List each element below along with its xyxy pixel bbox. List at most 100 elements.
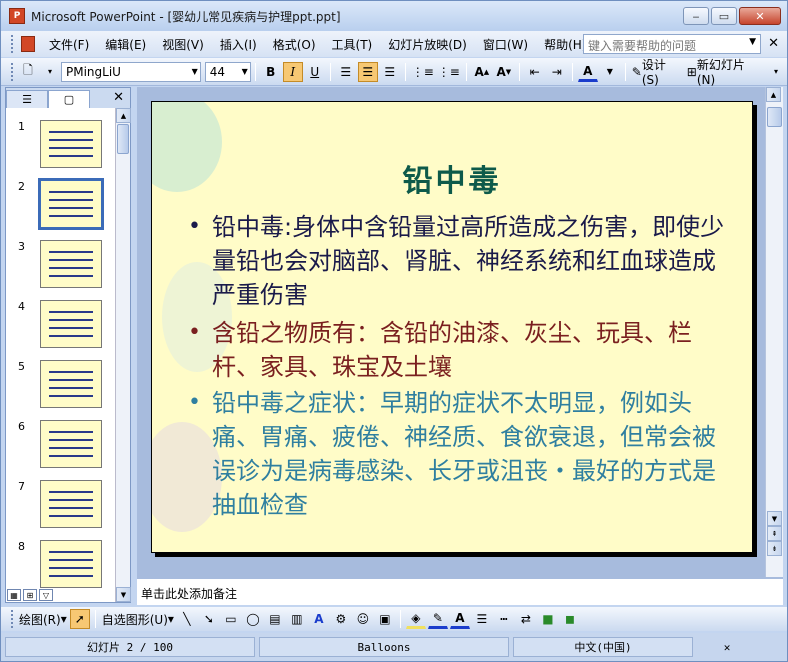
scroll-up-icon[interactable]: ▲ bbox=[116, 108, 131, 123]
scroll-down-icon[interactable]: ▼ bbox=[767, 511, 782, 526]
font-color-icon[interactable]: A bbox=[577, 62, 598, 82]
fill-color-icon[interactable]: ◈ bbox=[405, 609, 426, 629]
new-document-icon[interactable]: 🗋 bbox=[18, 62, 38, 82]
normal-view-icon[interactable]: ▦ bbox=[7, 589, 21, 601]
menu-edit[interactable]: 编辑(E) bbox=[97, 36, 154, 53]
slide-thumbnail-image[interactable] bbox=[40, 360, 102, 408]
scroll-up-icon[interactable]: ▲ bbox=[766, 87, 781, 102]
scroll-thumb[interactable] bbox=[767, 107, 782, 127]
menu-format[interactable]: 格式(O) bbox=[265, 36, 324, 53]
tab-outline[interactable]: ☰ bbox=[6, 90, 48, 108]
toolbar-grip-handle[interactable] bbox=[11, 62, 17, 81]
menu-slideshow[interactable]: 幻灯片放映(D) bbox=[380, 36, 475, 53]
rectangle-icon[interactable]: ▭ bbox=[221, 609, 241, 629]
design-button[interactable]: ✎ 设计(S) bbox=[631, 58, 684, 87]
decrease-indent-icon[interactable]: ⇤ bbox=[525, 62, 545, 82]
oval-icon[interactable]: ◯ bbox=[243, 609, 263, 629]
font-color-icon[interactable]: A bbox=[449, 609, 470, 629]
menu-grip-handle[interactable] bbox=[11, 35, 17, 53]
menu-tools[interactable]: 工具(T) bbox=[324, 36, 381, 53]
notes-field[interactable]: 单击此处添加备注 bbox=[137, 577, 783, 605]
slide-thumbnail-image[interactable] bbox=[40, 300, 102, 348]
shadow-icon[interactable]: ■ bbox=[538, 609, 558, 629]
font-name-select[interactable]: PMingLiU ▼ bbox=[61, 61, 201, 82]
document-icon[interactable] bbox=[21, 36, 35, 52]
textbox-icon[interactable]: ▤ bbox=[265, 609, 285, 629]
toolbar-options-icon[interactable]: ▾ bbox=[766, 62, 786, 82]
increase-font-icon[interactable]: A ▲ bbox=[472, 62, 492, 82]
slide-thumbnail-image[interactable] bbox=[40, 480, 102, 528]
close-button[interactable]: ✕ bbox=[739, 7, 781, 25]
autoshapes-button[interactable]: 自选图形(U) ▾ bbox=[101, 609, 175, 629]
menu-file[interactable]: 文件(F) bbox=[41, 36, 97, 53]
thumbnail-text-line bbox=[49, 319, 93, 321]
slide-thumbnail[interactable]: 3 bbox=[6, 240, 116, 298]
line-style-icon[interactable]: ☰ bbox=[472, 609, 492, 629]
decrease-font-icon[interactable]: A ▼ bbox=[494, 62, 514, 82]
slide-scrollbar[interactable]: ▲ ▼ ⇞ ⇟ bbox=[765, 87, 783, 577]
slide-thumbnail-image[interactable] bbox=[40, 240, 102, 288]
menu-insert[interactable]: 插入(I) bbox=[212, 36, 265, 53]
slide-number: 1 bbox=[18, 120, 25, 133]
wordart-icon[interactable]: A bbox=[309, 609, 329, 629]
vertical-textbox-icon[interactable]: ▥ bbox=[287, 609, 307, 629]
close-icon[interactable]: ✕ bbox=[113, 90, 124, 105]
minimize-button[interactable]: ‒ bbox=[683, 7, 709, 25]
slide-thumbnail[interactable]: 5 bbox=[6, 360, 116, 418]
toolbar-options-icon[interactable]: ▾ bbox=[40, 62, 60, 82]
draw-menu-button[interactable]: 绘图(R) ▾ bbox=[18, 609, 68, 629]
maximize-button[interactable]: ▭ bbox=[711, 7, 737, 25]
diagram-icon[interactable]: ⚙ bbox=[331, 609, 351, 629]
select-arrow-icon[interactable]: ➚ bbox=[69, 609, 90, 629]
menu-window[interactable]: 窗口(W) bbox=[475, 36, 536, 53]
close-document-icon[interactable]: ✕ bbox=[768, 36, 779, 51]
line-icon[interactable]: ╲ bbox=[177, 609, 197, 629]
thumbnails-scrollbar[interactable]: ▲ ▼ bbox=[115, 108, 131, 602]
increase-indent-icon[interactable]: ⇥ bbox=[547, 62, 567, 82]
slide-thumbnail-image[interactable] bbox=[38, 178, 104, 230]
underline-button[interactable]: U bbox=[305, 62, 325, 82]
previous-slide-icon[interactable]: ⇞ bbox=[767, 526, 782, 541]
slide-thumbnail[interactable]: 1 bbox=[6, 120, 116, 178]
chevron-down-icon[interactable]: ▼ bbox=[600, 62, 620, 82]
spellcheck-icon[interactable]: ✕ bbox=[697, 637, 757, 657]
new-slide-button[interactable]: ⊞ 新幻灯片(N) bbox=[686, 58, 764, 87]
dash-style-icon[interactable]: ┅ bbox=[494, 609, 514, 629]
slide-thumbnail-image[interactable] bbox=[40, 120, 102, 168]
menu-view[interactable]: 视图(V) bbox=[154, 36, 212, 53]
slide-thumbnail[interactable]: 6 bbox=[6, 420, 116, 478]
slide-thumbnail[interactable]: 7 bbox=[6, 480, 116, 538]
slide-thumbnail[interactable]: 2 bbox=[6, 178, 116, 238]
tab-slides[interactable]: ▢ bbox=[48, 90, 90, 108]
toolbar-grip-handle[interactable] bbox=[11, 610, 17, 628]
slide-thumbnail-image[interactable] bbox=[40, 540, 102, 588]
arrow-style-icon[interactable]: ⇄ bbox=[516, 609, 536, 629]
3d-icon[interactable]: ◼ bbox=[560, 609, 580, 629]
align-left-icon[interactable]: ☰ bbox=[336, 62, 356, 82]
powerpoint-app-icon[interactable]: P bbox=[9, 8, 25, 24]
window-title: Microsoft PowerPoint - [婴幼儿常见疾病与护理ppt.pp… bbox=[31, 9, 341, 24]
scroll-down-icon[interactable]: ▼ bbox=[116, 587, 131, 602]
align-right-icon[interactable]: ☰ bbox=[380, 62, 400, 82]
help-search-input[interactable]: 键入需要帮助的问题 ▼ bbox=[583, 34, 761, 54]
scroll-thumb[interactable] bbox=[117, 124, 129, 154]
arrow-icon[interactable]: ➘ bbox=[199, 609, 219, 629]
slide-thumbnail[interactable]: 4 bbox=[6, 300, 116, 358]
align-center-icon[interactable]: ☰ bbox=[357, 61, 378, 82]
numbered-list-icon[interactable]: ⋮≡ bbox=[411, 62, 435, 82]
chevron-down-icon[interactable]: ▼ bbox=[749, 37, 756, 51]
clipart-icon[interactable]: ☺ bbox=[353, 609, 373, 629]
current-slide[interactable]: 铅中毒 • 铅中毒:身体中含铅量过高所造成之伤害，即使少量铅也会对脑部、肾脏、神… bbox=[151, 101, 753, 553]
bullet-list-icon[interactable]: ⋮≡ bbox=[437, 62, 461, 82]
thumbnail-text-line bbox=[49, 559, 93, 561]
slide-thumbnail-image[interactable] bbox=[40, 420, 102, 468]
line-color-icon[interactable]: ✎ bbox=[427, 609, 448, 629]
slideshow-view-icon[interactable]: ▽ bbox=[39, 589, 53, 601]
italic-button[interactable]: I bbox=[282, 61, 303, 82]
picture-icon[interactable]: ▣ bbox=[375, 609, 395, 629]
slide-sorter-icon[interactable]: ⊞ bbox=[23, 589, 37, 601]
bold-button[interactable]: B bbox=[261, 62, 281, 82]
font-size-select[interactable]: 44 ▼ bbox=[204, 61, 251, 82]
thumbnail-text-line bbox=[49, 199, 93, 201]
next-slide-icon[interactable]: ⇟ bbox=[767, 541, 782, 556]
